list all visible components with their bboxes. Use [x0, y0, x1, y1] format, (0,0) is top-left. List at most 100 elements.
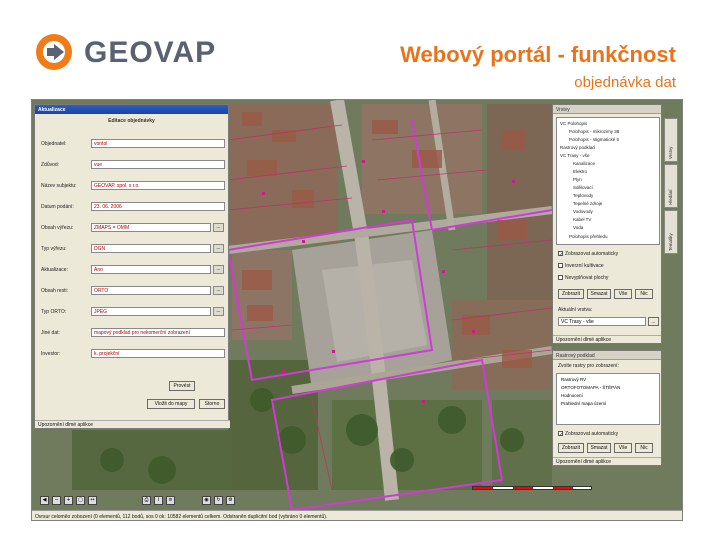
- info-icon[interactable]: i: [154, 496, 163, 505]
- field-label: Obsah výřezu:: [41, 225, 74, 231]
- checkbox-icon: [558, 275, 563, 281]
- layer-tree-item[interactable]: Rastrový podklad: [560, 145, 595, 150]
- tab-label: Tematiky: [668, 233, 673, 251]
- dropdown-button[interactable]: ...: [213, 244, 224, 253]
- dropdown-button[interactable]: ...: [648, 317, 659, 326]
- checkbox-icon: ✓: [558, 431, 564, 439]
- checkbox-label: Inverzní kultivace: [565, 263, 604, 269]
- side-tabs: Vrstvy Hledání Tematiky: [664, 118, 680, 258]
- order-edit-dialog: Aktualizace Editace objednávky Objednate…: [34, 104, 230, 429]
- refresh-icon[interactable]: ↻: [214, 496, 223, 505]
- raster-show-button[interactable]: Zobrazit: [558, 443, 584, 453]
- checkbox-label: Zobrazovat automaticky: [565, 251, 619, 257]
- settings-icon[interactable]: ⚙: [226, 496, 235, 505]
- field-label: Jiné dat:: [41, 330, 60, 336]
- layer-tree-item[interactable]: VC Trasy - vše: [560, 153, 590, 158]
- obsah-resti-select[interactable]: ORTO: [91, 286, 211, 295]
- typ-orto-select[interactable]: JPEG: [91, 307, 211, 316]
- dialog-status: Upozornění dlmé aplikce: [35, 420, 230, 428]
- raster-item[interactable]: ORTOFOTOMAPA - ŠTĚPÁN: [561, 385, 620, 390]
- auto-display-checkbox[interactable]: ✓ Zobrazovat automaticky: [558, 251, 619, 258]
- layer-tree-item[interactable]: Polohopis přehledu: [569, 234, 608, 239]
- raster-item[interactable]: Rastrový RV: [561, 377, 586, 382]
- geovap-logo: GEOVAP: [34, 30, 215, 74]
- measure-icon[interactable]: ↔: [88, 496, 97, 505]
- raster-panel-title: Rastrový podklad: [553, 351, 661, 360]
- tab-vrstvy[interactable]: Vrstvy: [664, 118, 678, 162]
- checkbox-label: Nevyplňovat plochy: [565, 275, 609, 281]
- zduvod-input[interactable]: vue: [91, 160, 225, 169]
- field-row-aktualizace: Aktualizace: Ano ...: [41, 265, 227, 277]
- insert-to-map-button[interactable]: Vložit do mapy: [147, 399, 195, 409]
- field-label: Aktualizace:: [41, 267, 68, 273]
- layer-tree-item[interactable]: Vodovody: [573, 209, 593, 214]
- layer-tree[interactable]: VC Polohopis Polohopis - mikrozimy 38 Po…: [556, 117, 660, 245]
- layers-panel: Vrstvy VC Polohopis Polohopis - mikrozim…: [552, 104, 662, 344]
- datum-input[interactable]: 23. 06. 2006: [91, 202, 225, 211]
- show-button[interactable]: Zobrazit: [558, 289, 584, 299]
- tab-label: Hledání: [668, 189, 673, 205]
- investor-input[interactable]: k. projekční: [91, 349, 225, 358]
- raster-panel: Rastrový podklad Zvolte rastry pro zobra…: [552, 350, 662, 466]
- jine-dat-input[interactable]: mapový podklad pro nekomerční zobrazení: [91, 328, 225, 337]
- layer-tree-item[interactable]: Kanalizace: [573, 161, 595, 166]
- tab-hledani[interactable]: Hledání: [664, 164, 678, 208]
- no-fill-checkbox[interactable]: Nevyplňovat plochy: [558, 275, 608, 281]
- status-bar: Ovrsur celoměo zobození (0 elementů, 112…: [32, 510, 682, 520]
- all-button[interactable]: Vše: [614, 289, 632, 299]
- layer-tree-item[interactable]: Plyn: [573, 177, 582, 182]
- select-icon[interactable]: ▢: [76, 496, 85, 505]
- raster-none-button[interactable]: Nic: [635, 443, 653, 453]
- raster-auto-checkbox[interactable]: ✓ Zobrazovat automaticky: [558, 431, 618, 439]
- inverse-checkbox[interactable]: Inverzní kultivace: [558, 263, 604, 269]
- layer-tree-item[interactable]: Sdělovací: [573, 185, 593, 190]
- layer-tree-item[interactable]: Tepelné zdroje: [573, 201, 602, 206]
- raster-clear-button[interactable]: Smazat: [587, 443, 611, 453]
- raster-list[interactable]: Rastrový RV ORTOFOTOMAPA - ŠTĚPÁN Hodnoc…: [556, 373, 660, 425]
- layer-tree-item[interactable]: VC Polohopis: [560, 121, 587, 126]
- field-row-nazev: Název subjektu: GEOVAP, spol. s r.o.: [41, 181, 227, 193]
- layers-icon[interactable]: ≡: [166, 496, 175, 505]
- zoom-out-icon[interactable]: −: [52, 496, 61, 505]
- layer-tree-item[interactable]: Polohopis - stigmatické 5: [569, 137, 619, 142]
- active-layer-select[interactable]: VC Trasy - vše: [558, 317, 646, 326]
- layers-panel-title: Vrstvy: [553, 105, 661, 114]
- layers-panel-status: Upozornění dlmé aplikce: [553, 335, 661, 343]
- field-row-datum: Datum podání: 23. 06. 2006: [41, 202, 227, 214]
- none-button[interactable]: Nic: [635, 289, 653, 299]
- map-scale-bar: [472, 486, 592, 490]
- dropdown-button[interactable]: ...: [213, 307, 224, 316]
- slide: GEOVAP Webový portál - funkčnost objedná…: [0, 0, 720, 540]
- field-row-jine-dat: Jiné dat: mapový podklad pro nekomerční …: [41, 328, 227, 340]
- pan-left-icon[interactable]: ◀: [40, 496, 49, 505]
- objednatel-input[interactable]: vontol: [91, 139, 225, 148]
- zoom-in-icon[interactable]: +: [64, 496, 73, 505]
- field-label: Zdůvod:: [41, 162, 60, 168]
- clear-button[interactable]: Smazat: [587, 289, 611, 299]
- gis-application-window: ◀ − + ▢ ↔ ⎙ i ≡ ◉ ↻ ⚙ Aktualizace Editac…: [31, 99, 683, 521]
- tab-tematiky[interactable]: Tematiky: [664, 210, 678, 254]
- aktualizace-select[interactable]: Ano: [91, 265, 211, 274]
- raster-item[interactable]: Hodnocení: [561, 393, 583, 398]
- field-row-zduvod: Zdůvod: vue: [41, 160, 227, 172]
- save-button[interactable]: Provést: [169, 381, 195, 391]
- dialog-title: Aktualizace: [35, 105, 228, 114]
- layer-tree-item[interactable]: Polohopis - mikrozimy 38: [569, 129, 619, 134]
- nazev-subjektu-input[interactable]: GEOVAP, spol. s r.o.: [91, 181, 225, 190]
- cancel-button[interactable]: Storno: [199, 399, 225, 409]
- layer-tree-item[interactable]: Teplovody: [573, 193, 593, 198]
- dropdown-button[interactable]: ...: [213, 265, 224, 274]
- layer-tree-item[interactable]: Elektro: [573, 169, 587, 174]
- obsah-vyrezu-select[interactable]: ZMAPS = OMM: [91, 223, 211, 232]
- dropdown-button[interactable]: ...: [213, 286, 224, 295]
- dropdown-button[interactable]: ...: [213, 223, 224, 232]
- raster-item[interactable]: Prahlední mapa území: [561, 401, 606, 406]
- field-row-typ-vyrezu: Typ výřezu: DGN ...: [41, 244, 227, 256]
- layer-tree-item[interactable]: Kabel TV: [573, 217, 591, 222]
- typ-vyrezu-select[interactable]: DGN: [91, 244, 211, 253]
- raster-all-button[interactable]: Vše: [614, 443, 632, 453]
- print-icon[interactable]: ⎙: [142, 496, 151, 505]
- raster-list-label: Zvolte rastry pro zobrazení:: [558, 363, 619, 369]
- globe-icon[interactable]: ◉: [202, 496, 211, 505]
- layer-tree-item[interactable]: Voda: [573, 225, 583, 230]
